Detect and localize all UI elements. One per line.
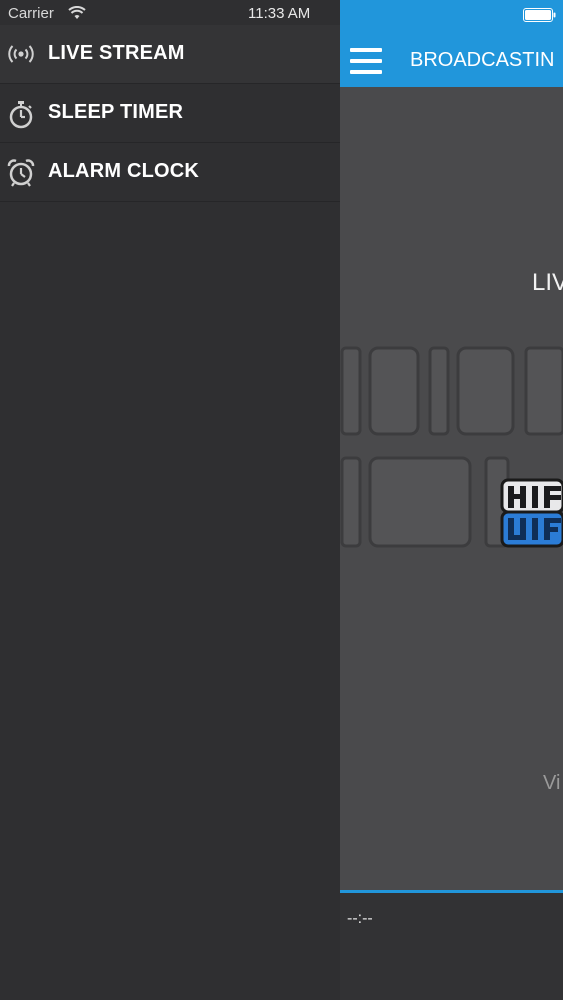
main-panel: BROADCASTIN LIV Vi --:-- [340, 0, 563, 1000]
status-time: 11:33 AM [248, 5, 311, 22]
menu-label-live-stream: LIVE STREAM [48, 42, 185, 64]
battery-icon [523, 8, 556, 22]
menu-label-sleep-timer: SLEEP TIMER [48, 101, 184, 123]
hamburger-line [350, 59, 382, 63]
station-logo [500, 478, 563, 548]
menu-item-alarm-clock[interactable]: ALARM CLOCK [0, 143, 340, 202]
menu-item-live-stream[interactable]: LIVE STREAM [0, 25, 340, 84]
menu-item-sleep-timer[interactable]: SLEEP TIMER [0, 84, 340, 143]
header-title: BROADCASTIN [410, 49, 555, 71]
carrier-label: Carrier [8, 5, 54, 22]
stopwatch-icon [9, 101, 33, 129]
hamburger-line [350, 70, 382, 74]
stream-description-text: Vi [543, 772, 561, 794]
player-bar: --:-- [340, 893, 563, 1000]
app-header: BROADCASTIN [340, 0, 563, 87]
alarm-clock-icon [7, 159, 35, 187]
wifi-icon [68, 6, 86, 19]
status-bar: Carrier 11:33 AM [0, 0, 340, 28]
broadcast-icon [8, 45, 34, 63]
menu-label-alarm-clock: ALARM CLOCK [48, 160, 200, 182]
playback-time: --:-- [347, 910, 373, 927]
live-label: LIV [532, 269, 563, 296]
menu-toggle-button[interactable] [350, 46, 382, 76]
navigation-drawer: Carrier 11:33 AM LIVE STREAM SLEEP TIMER [0, 0, 340, 1000]
hamburger-line [350, 48, 382, 52]
